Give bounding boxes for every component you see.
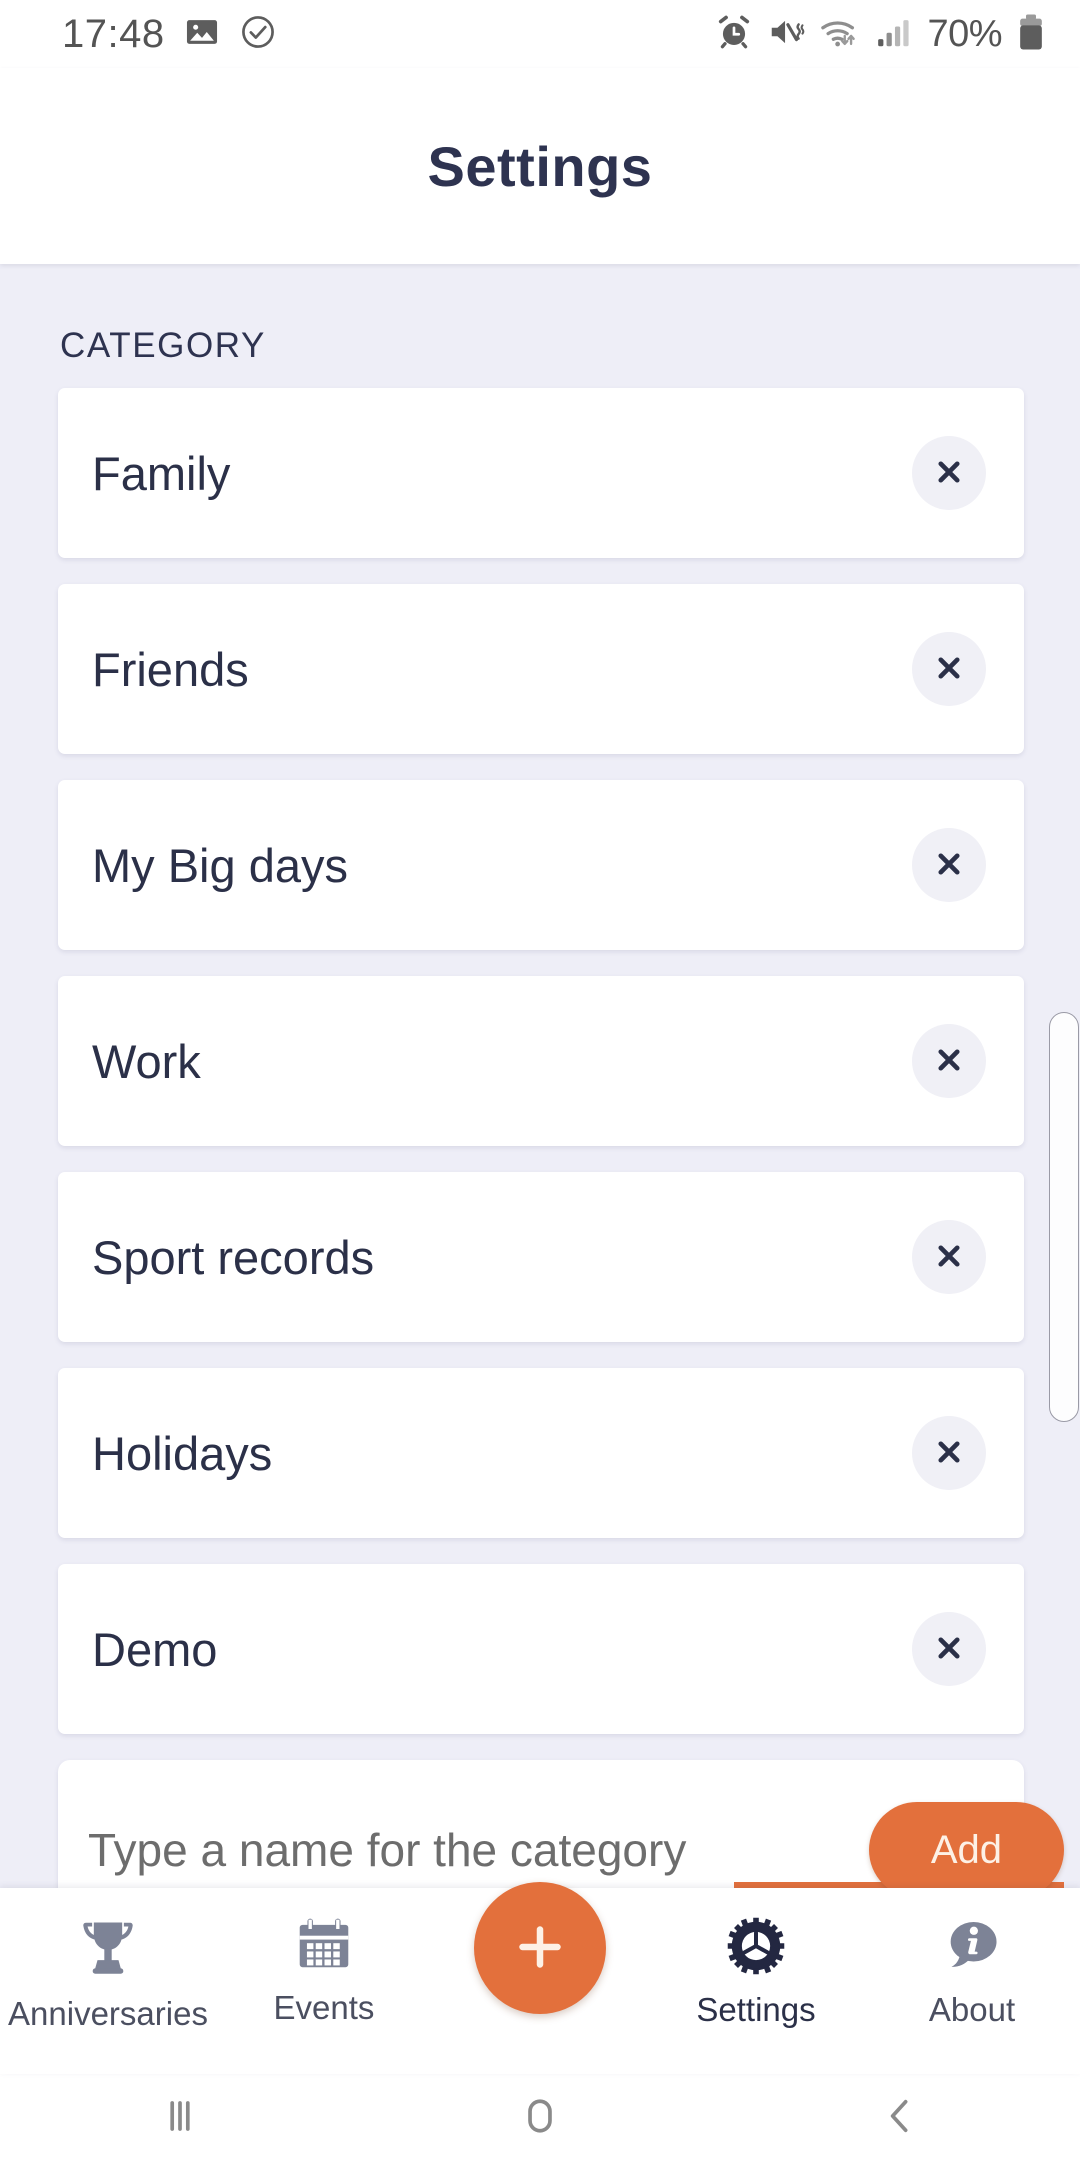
battery-percent-label: 70% <box>927 12 1002 55</box>
info-bubble-icon <box>940 1914 1004 1981</box>
category-name: My Big days <box>92 838 348 892</box>
app-header: Settings <box>0 68 1080 264</box>
bottom-navigation-bar: Anniversaries Events Settings About <box>0 1882 1080 2074</box>
settings-content[interactable]: CATEGORY Family Friends My Big days Work Spo… <box>0 264 1080 1888</box>
mute-vibrate-icon <box>767 13 805 56</box>
category-name: Demo <box>92 1622 218 1676</box>
nav-label-about: About <box>928 1991 1016 2028</box>
wifi-icon <box>819 13 861 56</box>
close-icon <box>932 651 966 688</box>
nav-item-about[interactable]: About <box>872 1914 1072 2029</box>
category-row[interactable]: Sport records <box>58 1172 1024 1342</box>
new-category-input[interactable] <box>88 1823 968 1877</box>
recents-icon[interactable] <box>154 2090 206 2145</box>
nav-item-events[interactable]: Events <box>224 1914 424 2027</box>
gear-icon <box>724 1914 788 1981</box>
category-row[interactable]: Family <box>58 388 1024 558</box>
close-icon <box>932 1631 966 1668</box>
category-row[interactable]: My Big days <box>58 780 1024 950</box>
vertical-scrollbar-thumb[interactable] <box>1049 1012 1079 1422</box>
delete-category-button[interactable] <box>912 1024 986 1098</box>
signal-icon <box>875 13 913 56</box>
delete-category-button[interactable] <box>912 1416 986 1490</box>
category-name: Friends <box>92 642 249 696</box>
close-icon <box>932 847 966 884</box>
add-fab-button[interactable] <box>474 1882 606 2014</box>
back-icon[interactable] <box>874 2090 926 2145</box>
check-circle-icon <box>239 13 277 56</box>
close-icon <box>932 1435 966 1472</box>
trophy-icon <box>74 1914 142 1985</box>
category-row[interactable]: Work <box>58 976 1024 1146</box>
close-icon <box>932 455 966 492</box>
nav-label-events: Events <box>273 1989 375 2026</box>
nav-label-settings: Settings <box>696 1991 816 2028</box>
home-icon[interactable] <box>514 2090 566 2145</box>
calendar-icon <box>293 1914 355 1979</box>
category-name: Work <box>92 1034 201 1088</box>
android-navigation-bar <box>0 2074 1080 2160</box>
category-row[interactable]: Holidays <box>58 1368 1024 1538</box>
delete-category-button[interactable] <box>912 632 986 706</box>
section-label-category: CATEGORY <box>60 326 266 365</box>
category-name: Family <box>92 446 231 500</box>
status-time: 17:48 <box>62 12 165 56</box>
nav-label-anniversaries: Anniversaries <box>8 1995 208 2032</box>
category-row[interactable]: Friends <box>58 584 1024 754</box>
category-name: Sport records <box>92 1230 375 1284</box>
plus-icon <box>510 1917 570 1980</box>
delete-category-button[interactable] <box>912 436 986 510</box>
status-bar: 17:48 70% <box>0 0 1080 68</box>
close-icon <box>932 1239 966 1276</box>
new-category-card: Add <box>58 1760 1064 1888</box>
category-list: Family Friends My Big days Work Sport record… <box>0 388 1080 1734</box>
battery-icon <box>1016 12 1046 57</box>
status-bar-left: 17:48 <box>62 13 277 56</box>
close-icon <box>932 1043 966 1080</box>
category-name: Holidays <box>92 1426 273 1480</box>
status-bar-right: 70% <box>715 12 1046 57</box>
nav-item-anniversaries[interactable]: Anniversaries <box>8 1914 208 2033</box>
delete-category-button[interactable] <box>912 828 986 902</box>
nav-item-settings[interactable]: Settings <box>656 1914 856 2029</box>
page-title: Settings <box>427 134 653 198</box>
delete-category-button[interactable] <box>912 1220 986 1294</box>
delete-category-button[interactable] <box>912 1612 986 1686</box>
category-row[interactable]: Demo <box>58 1564 1024 1734</box>
phone-screen: 17:48 70% Settings CATEGORY Family Frien… <box>0 0 1080 2160</box>
alarm-icon <box>715 13 753 56</box>
add-category-button[interactable]: Add <box>868 1802 1064 1888</box>
gallery-icon <box>183 13 221 56</box>
